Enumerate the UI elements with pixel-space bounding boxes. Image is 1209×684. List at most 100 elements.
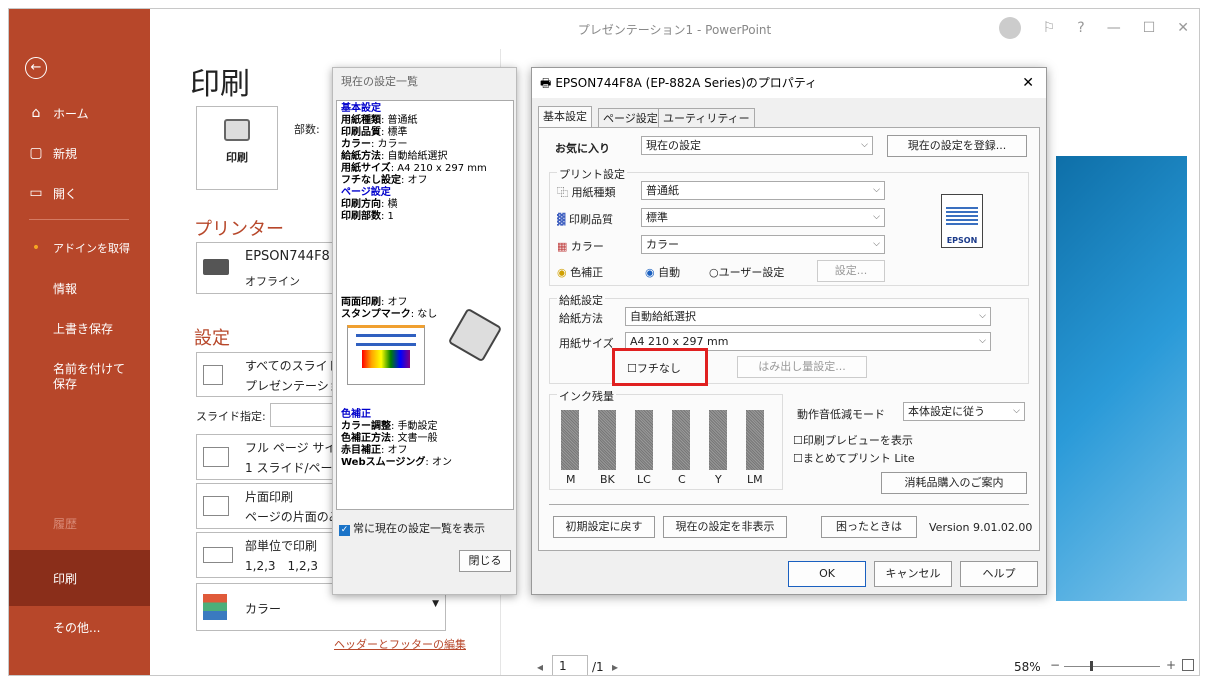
option-label: フル ページ サイ — [245, 441, 337, 455]
tab-basic[interactable]: 基本設定 — [538, 106, 592, 128]
option-label: 部単位で印刷 — [245, 539, 318, 553]
dialog-title: EPSON744F8A (EP-882A Series)のプロパティ — [555, 76, 818, 90]
register-settings-button[interactable]: 現在の設定を登録... — [887, 135, 1027, 157]
highlight-box — [612, 348, 708, 386]
sidebar-item-open[interactable]: ▭ 開く — [9, 173, 150, 213]
setting-key: 赤目補正 — [341, 445, 381, 456]
quality-select[interactable]: 標準 ⌵ — [641, 208, 885, 227]
printer-properties-dialog: 🖶 EPSON744F8A (EP-882A Series)のプロパティ ✕ 基本設… — [531, 67, 1047, 595]
feed-label: 給紙方法 — [559, 312, 603, 325]
reset-defaults-button[interactable]: 初期設定に戻す — [553, 516, 655, 538]
sidebar-item-more[interactable]: その他... — [9, 607, 150, 647]
group-title: インク残量 — [557, 388, 616, 404]
print-button[interactable]: 印刷 — [196, 106, 278, 190]
ink-label-y: Y — [715, 473, 722, 486]
radio-selected-icon: ◉ — [645, 266, 655, 279]
close-icon[interactable]: ✕ — [1177, 20, 1189, 36]
setting-value: : オフ — [381, 445, 408, 456]
header-footer-link[interactable]: ヘッダーとフッターの編集 — [334, 636, 466, 652]
divider — [549, 504, 1029, 505]
slide-spec-input[interactable] — [270, 403, 336, 427]
page-preview-icon — [347, 325, 425, 385]
setting-key: カラー — [341, 139, 371, 150]
color-setting-button[interactable]: 設定... — [817, 260, 885, 282]
sides-select[interactable]: 片面印刷 ページの片面のみ — [196, 483, 341, 529]
help-button[interactable]: ヘルプ — [960, 561, 1038, 587]
sidebar-item-new[interactable]: ▢ 新規 — [9, 133, 150, 173]
sidebar-item-label: ホーム — [53, 106, 89, 121]
sidebar-item-save-as[interactable]: 名前を付けて保存 — [9, 353, 150, 401]
color-label: ▦ カラー — [557, 238, 604, 254]
quiet-mode-select[interactable]: 本体設定に従う ⌵ — [903, 402, 1025, 421]
option-sublabel: 1 スライド/ページ — [245, 461, 345, 475]
color-select[interactable]: カラー ⌵ — [641, 235, 885, 254]
collate-select[interactable]: 部単位で印刷 1,2,3 1,2,3 — [196, 532, 336, 578]
zoom-slider[interactable] — [1064, 666, 1160, 667]
troubleshoot-button[interactable]: 困ったときは — [821, 516, 917, 538]
setting-value: : 標準 — [381, 127, 408, 138]
label-text: 印刷品質 — [568, 213, 613, 226]
option-sublabel: 1,2,3 1,2,3 — [245, 559, 319, 573]
printer-selector[interactable]: EPSON744F8 オフライン — [196, 242, 336, 294]
back-arrow-icon[interactable]: ← — [25, 57, 47, 79]
tab-panel: お気に入り 現在の設定 ⌵ 現在の設定を登録... プリント設定 ⿻ 用紙種類 普… — [538, 127, 1040, 551]
copies-label: 部数: — [294, 123, 320, 136]
radio-icon: ○ — [709, 266, 719, 279]
tab-utility[interactable]: ユーティリティー — [658, 108, 755, 128]
print-preview-checkbox[interactable]: ☐印刷プレビューを表示 — [793, 432, 913, 448]
auto-radio[interactable]: ◉ 自動 — [645, 264, 680, 280]
page-number-input[interactable]: 1 — [552, 655, 588, 675]
setting-value: : カラー — [371, 139, 408, 150]
account-avatar-icon[interactable] — [998, 17, 1021, 39]
printer-section-title: プリンター — [194, 219, 284, 240]
zoom-slider-thumb[interactable] — [1090, 661, 1093, 671]
sidebar-item-save[interactable]: 上書き保存 — [9, 308, 150, 348]
label-text: 用紙種類 — [571, 186, 616, 199]
radio-label: 自動 — [658, 266, 681, 279]
feed-select[interactable]: 自動給紙選択 ⌵ — [625, 307, 991, 326]
user-radio[interactable]: ○ユーザー設定 — [709, 264, 784, 280]
favorite-select[interactable]: 現在の設定 ⌵ — [641, 136, 873, 155]
printer-icon: 🖶 — [540, 76, 552, 90]
select-value: 本体設定に従う — [908, 405, 985, 418]
printer-icon — [224, 119, 250, 141]
hide-settings-button[interactable]: 現在の設定を非表示 — [663, 516, 787, 538]
sidebar-item-history[interactable]: 履歴 — [9, 503, 150, 543]
zoom-out-icon[interactable]: − — [1050, 658, 1060, 672]
paper-type-select[interactable]: 普通紙 ⌵ — [641, 181, 885, 200]
prev-page-icon[interactable]: ◂ — [537, 660, 543, 674]
ink-bar-lc — [635, 410, 653, 470]
lite-checkbox[interactable]: ☐まとめてプリント Lite — [793, 450, 915, 466]
sidebar-item-print[interactable]: 印刷 — [9, 550, 150, 606]
ok-button[interactable]: OK — [788, 561, 866, 587]
home-icon: ⌂ — [31, 105, 41, 121]
fit-to-window-icon[interactable] — [1182, 659, 1194, 671]
consumables-button[interactable]: 消耗品購入のご案内 — [881, 472, 1027, 494]
close-button[interactable]: 閉じる — [459, 550, 511, 572]
always-show-checkbox[interactable]: ✓ 常に現在の設定一覧を表示 — [339, 520, 485, 536]
slides-range-select[interactable]: すべてのスライドを プレゼンテーション — [196, 352, 353, 397]
tab-page[interactable]: ページ設定 — [598, 108, 663, 128]
setting-value: : 横 — [381, 199, 398, 210]
setting-key: 印刷方向 — [341, 199, 381, 210]
cancel-button[interactable]: キャンセル — [874, 561, 952, 587]
slides-icon — [203, 365, 223, 385]
minimize-icon[interactable]: — — [1107, 20, 1121, 36]
color-grid-icon: ▦ — [557, 240, 571, 253]
slide-spec-label: スライド指定: — [196, 410, 266, 423]
close-icon[interactable]: ✕ — [1022, 68, 1034, 98]
next-page-icon[interactable]: ▸ — [612, 660, 618, 674]
overflow-setting-button[interactable]: はみ出し量設定... — [737, 356, 867, 378]
zoom-in-icon[interactable]: + — [1166, 658, 1176, 672]
help-icon[interactable]: ? — [1077, 20, 1084, 36]
ink-bar-y — [709, 410, 727, 470]
sidebar-item-info[interactable]: 情報 — [9, 268, 150, 308]
favorite-label: お気に入り — [555, 142, 610, 155]
feedback-icon[interactable]: ⚐ — [1043, 20, 1056, 36]
maximize-icon[interactable]: ☐ — [1143, 20, 1156, 36]
checkbox-icon: ☐ — [793, 434, 803, 447]
sidebar-item-home[interactable]: ⌂ ホーム — [9, 93, 150, 133]
sidebar-item-addins[interactable]: • アドインを取得 — [9, 228, 150, 268]
sidebar-item-label: その他... — [53, 620, 101, 635]
layout-select[interactable]: フル ページ サイ 1 スライド/ページ — [196, 434, 344, 480]
